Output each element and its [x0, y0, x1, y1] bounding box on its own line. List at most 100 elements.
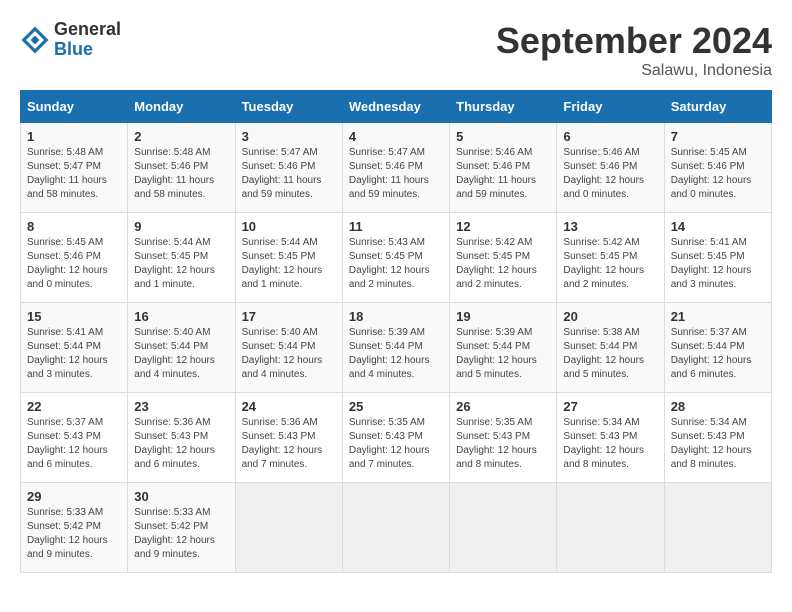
day-number: 11 — [349, 219, 443, 234]
calendar-cell: 25 Sunrise: 5:35 AM Sunset: 5:43 PM Dayli… — [342, 393, 449, 483]
weekday-header-sunday: Sunday — [21, 91, 128, 123]
calendar-cell: 20Sunrise: 5:38 AM Sunset: 5:44 PM Dayli… — [557, 303, 664, 393]
day-info: Sunrise: 5:44 AM Sunset: 5:45 PM Dayligh… — [242, 236, 336, 292]
day-info: Sunrise: 5:37 AM Sunset: 5:43 PM Dayligh… — [27, 416, 121, 472]
day-info: Sunrise: 5:45 AM Sunset: 5:46 PM Dayligh… — [671, 146, 765, 202]
day-number: 30 — [134, 489, 228, 504]
calendar-week-5: 29 Sunrise: 5:33 AM Sunset: 5:42 PM Dayli… — [21, 483, 772, 573]
calendar-cell: 4 Sunrise: 5:47 AM Sunset: 5:46 PM Daylig… — [342, 123, 449, 213]
calendar-cell: 28Sunrise: 5:34 AM Sunset: 5:43 PM Dayli… — [664, 393, 771, 483]
calendar-cell: 5 Sunrise: 5:46 AM Sunset: 5:46 PM Daylig… — [450, 123, 557, 213]
day-number: 25 — [349, 399, 443, 414]
calendar-body: 1Sunrise: 5:48 AM Sunset: 5:47 PM Daylig… — [21, 123, 772, 573]
logo-blue-text: Blue — [54, 40, 121, 60]
day-number: 4 — [349, 129, 443, 144]
day-info: Sunrise: 5:36 AM Sunset: 5:43 PM Dayligh… — [242, 416, 336, 472]
calendar-cell: 10 Sunrise: 5:44 AM Sunset: 5:45 PM Dayli… — [235, 213, 342, 303]
day-info: Sunrise: 5:34 AM Sunset: 5:43 PM Dayligh… — [671, 416, 765, 472]
weekday-header-row: SundayMondayTuesdayWednesdayThursdayFrid… — [21, 91, 772, 123]
location: Salawu, Indonesia — [496, 62, 772, 80]
title-block: September 2024 Salawu, Indonesia — [496, 20, 772, 80]
day-number: 24 — [242, 399, 336, 414]
day-number: 14 — [671, 219, 765, 234]
weekday-header-friday: Friday — [557, 91, 664, 123]
weekday-header-saturday: Saturday — [664, 91, 771, 123]
day-info: Sunrise: 5:47 AM Sunset: 5:46 PM Dayligh… — [349, 146, 443, 202]
calendar-cell: 29 Sunrise: 5:33 AM Sunset: 5:42 PM Dayli… — [21, 483, 128, 573]
calendar-cell: 26Sunrise: 5:35 AM Sunset: 5:43 PM Dayli… — [450, 393, 557, 483]
day-info: Sunrise: 5:39 AM Sunset: 5:44 PM Dayligh… — [349, 326, 443, 382]
day-info: Sunrise: 5:41 AM Sunset: 5:45 PM Dayligh… — [671, 236, 765, 292]
day-info: Sunrise: 5:33 AM Sunset: 5:42 PM Dayligh… — [27, 506, 121, 562]
day-number: 19 — [456, 309, 550, 324]
calendar-cell: 14 Sunrise: 5:41 AM Sunset: 5:45 PM Dayli… — [664, 213, 771, 303]
calendar-cell: 16 Sunrise: 5:40 AM Sunset: 5:44 PM Dayli… — [128, 303, 235, 393]
day-info: Sunrise: 5:37 AM Sunset: 5:44 PM Dayligh… — [671, 326, 765, 382]
calendar-week-2: 8 Sunrise: 5:45 AM Sunset: 5:46 PM Daylig… — [21, 213, 772, 303]
day-info: Sunrise: 5:42 AM Sunset: 5:45 PM Dayligh… — [563, 236, 657, 292]
calendar-cell: 6Sunrise: 5:46 AM Sunset: 5:46 PM Daylig… — [557, 123, 664, 213]
day-number: 5 — [456, 129, 550, 144]
calendar-cell: 8 Sunrise: 5:45 AM Sunset: 5:46 PM Daylig… — [21, 213, 128, 303]
day-info: Sunrise: 5:36 AM Sunset: 5:43 PM Dayligh… — [134, 416, 228, 472]
logo-icon — [20, 25, 50, 55]
weekday-header-wednesday: Wednesday — [342, 91, 449, 123]
calendar-cell: 19 Sunrise: 5:39 AM Sunset: 5:44 PM Dayli… — [450, 303, 557, 393]
logo-general-text: General — [54, 20, 121, 40]
calendar-cell: 23 Sunrise: 5:36 AM Sunset: 5:43 PM Dayli… — [128, 393, 235, 483]
calendar-cell: 13 Sunrise: 5:42 AM Sunset: 5:45 PM Dayli… — [557, 213, 664, 303]
day-info: Sunrise: 5:38 AM Sunset: 5:44 PM Dayligh… — [563, 326, 657, 382]
day-number: 17 — [242, 309, 336, 324]
calendar-week-1: 1Sunrise: 5:48 AM Sunset: 5:47 PM Daylig… — [21, 123, 772, 213]
day-info: Sunrise: 5:45 AM Sunset: 5:46 PM Dayligh… — [27, 236, 121, 292]
day-number: 7 — [671, 129, 765, 144]
day-info: Sunrise: 5:33 AM Sunset: 5:42 PM Dayligh… — [134, 506, 228, 562]
day-number: 26 — [456, 399, 550, 414]
calendar-cell: 17 Sunrise: 5:40 AM Sunset: 5:44 PM Dayli… — [235, 303, 342, 393]
day-number: 27 — [563, 399, 657, 414]
calendar-cell: 7 Sunrise: 5:45 AM Sunset: 5:46 PM Daylig… — [664, 123, 771, 213]
calendar-cell: 12 Sunrise: 5:42 AM Sunset: 5:45 PM Dayli… — [450, 213, 557, 303]
weekday-header-thursday: Thursday — [450, 91, 557, 123]
calendar-week-4: 22 Sunrise: 5:37 AM Sunset: 5:43 PM Dayli… — [21, 393, 772, 483]
day-info: Sunrise: 5:35 AM Sunset: 5:43 PM Dayligh… — [349, 416, 443, 472]
day-info: Sunrise: 5:42 AM Sunset: 5:45 PM Dayligh… — [456, 236, 550, 292]
day-info: Sunrise: 5:48 AM Sunset: 5:46 PM Dayligh… — [134, 146, 228, 202]
weekday-header-tuesday: Tuesday — [235, 91, 342, 123]
calendar-cell — [557, 483, 664, 573]
calendar-week-3: 15 Sunrise: 5:41 AM Sunset: 5:44 PM Dayli… — [21, 303, 772, 393]
day-info: Sunrise: 5:34 AM Sunset: 5:43 PM Dayligh… — [563, 416, 657, 472]
calendar-cell — [235, 483, 342, 573]
day-info: Sunrise: 5:44 AM Sunset: 5:45 PM Dayligh… — [134, 236, 228, 292]
day-info: Sunrise: 5:43 AM Sunset: 5:45 PM Dayligh… — [349, 236, 443, 292]
day-info: Sunrise: 5:41 AM Sunset: 5:44 PM Dayligh… — [27, 326, 121, 382]
day-number: 8 — [27, 219, 121, 234]
day-info: Sunrise: 5:39 AM Sunset: 5:44 PM Dayligh… — [456, 326, 550, 382]
calendar-cell: 11 Sunrise: 5:43 AM Sunset: 5:45 PM Dayli… — [342, 213, 449, 303]
day-number: 18 — [349, 309, 443, 324]
day-info: Sunrise: 5:46 AM Sunset: 5:46 PM Dayligh… — [563, 146, 657, 202]
day-info: Sunrise: 5:46 AM Sunset: 5:46 PM Dayligh… — [456, 146, 550, 202]
day-number: 29 — [27, 489, 121, 504]
day-info: Sunrise: 5:40 AM Sunset: 5:44 PM Dayligh… — [134, 326, 228, 382]
day-number: 16 — [134, 309, 228, 324]
day-number: 10 — [242, 219, 336, 234]
day-number: 13 — [563, 219, 657, 234]
calendar-table: SundayMondayTuesdayWednesdayThursdayFrid… — [20, 90, 772, 573]
calendar-cell — [450, 483, 557, 573]
day-number: 22 — [27, 399, 121, 414]
page-header: General Blue September 2024 Salawu, Indo… — [20, 20, 772, 80]
day-number: 23 — [134, 399, 228, 414]
calendar-cell — [664, 483, 771, 573]
calendar-cell: 22 Sunrise: 5:37 AM Sunset: 5:43 PM Dayli… — [21, 393, 128, 483]
calendar-cell: 21Sunrise: 5:37 AM Sunset: 5:44 PM Dayli… — [664, 303, 771, 393]
day-info: Sunrise: 5:47 AM Sunset: 5:46 PM Dayligh… — [242, 146, 336, 202]
calendar-header: SundayMondayTuesdayWednesdayThursdayFrid… — [21, 91, 772, 123]
calendar-cell: 18 Sunrise: 5:39 AM Sunset: 5:44 PM Dayli… — [342, 303, 449, 393]
calendar-cell: 30 Sunrise: 5:33 AM Sunset: 5:42 PM Dayli… — [128, 483, 235, 573]
day-number: 1 — [27, 129, 121, 144]
logo-text: General Blue — [54, 20, 121, 60]
day-number: 12 — [456, 219, 550, 234]
day-number: 15 — [27, 309, 121, 324]
day-info: Sunrise: 5:40 AM Sunset: 5:44 PM Dayligh… — [242, 326, 336, 382]
